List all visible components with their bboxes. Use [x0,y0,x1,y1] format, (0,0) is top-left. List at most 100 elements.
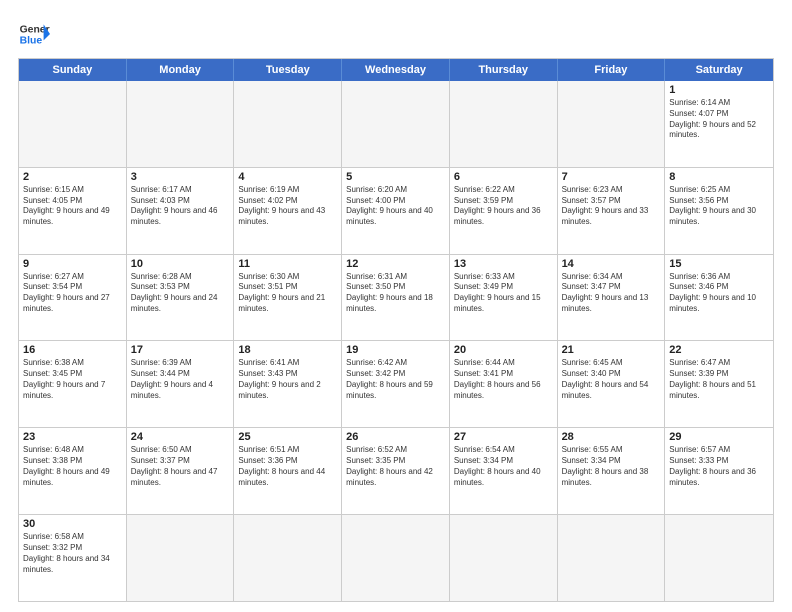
cell-info: Sunrise: 6:54 AM Sunset: 3:34 PM Dayligh… [454,445,553,488]
cell-info: Sunrise: 6:23 AM Sunset: 3:57 PM Dayligh… [562,185,661,228]
calendar-cell: 12Sunrise: 6:31 AM Sunset: 3:50 PM Dayli… [342,255,450,341]
calendar-cell: 6Sunrise: 6:22 AM Sunset: 3:59 PM Daylig… [450,168,558,254]
day-header-friday: Friday [558,59,666,81]
cell-info: Sunrise: 6:25 AM Sunset: 3:56 PM Dayligh… [669,185,769,228]
cell-date: 8 [669,171,769,183]
cell-info: Sunrise: 6:48 AM Sunset: 3:38 PM Dayligh… [23,445,122,488]
calendar-row: 9 Sunrise: 6:27 AM Sunset: 3:54 PM Daylig… [19,255,773,342]
day-header-saturday: Saturday [665,59,773,81]
cell-date: 11 [238,258,337,270]
cell-date: 25 [238,431,337,443]
calendar-cell: 11 Sunrise: 6:30 AM Sunset: 3:51 PM Dayli… [234,255,342,341]
calendar-cell: 13 Sunrise: 6:33 AM Sunset: 3:49 PM Dayli… [450,255,558,341]
calendar-cell: 18 Sunrise: 6:41 AM Sunset: 3:43 PM Dayli… [234,341,342,427]
cell-info: Sunrise: 6:57 AM Sunset: 3:33 PM Dayligh… [669,445,769,488]
calendar: SundayMondayTuesdayWednesdayThursdayFrid… [18,58,774,602]
cell-info: Sunrise: 6:50 AM Sunset: 3:37 PM Dayligh… [131,445,230,488]
cell-date: 29 [669,431,769,443]
cell-info: Sunrise: 6:52 AM Sunset: 3:35 PM Dayligh… [346,445,445,488]
calendar-cell [450,515,558,601]
calendar-cell: 20 Sunrise: 6:44 AM Sunset: 3:41 PM Dayli… [450,341,558,427]
svg-text:Blue: Blue [20,36,43,47]
cell-info: Sunrise: 6:20 AM Sunset: 4:00 PM Dayligh… [346,185,445,228]
cell-date: 13 [454,258,553,270]
cell-date: 14 [562,258,661,270]
cell-info: Sunrise: 6:33 AM Sunset: 3:49 PM Dayligh… [454,272,553,315]
cell-info: Sunrise: 6:58 AM Sunset: 3:32 PM Dayligh… [23,532,122,575]
calendar-cell [342,81,450,167]
calendar-cell [234,81,342,167]
cell-date: 24 [131,431,230,443]
cell-info: Sunrise: 6:30 AM Sunset: 3:51 PM Dayligh… [238,272,337,315]
cell-date: 26 [346,431,445,443]
cell-info: Sunrise: 6:45 AM Sunset: 3:40 PM Dayligh… [562,358,661,401]
calendar-cell: 28Sunrise: 6:55 AM Sunset: 3:34 PM Dayli… [558,428,666,514]
cell-info: Sunrise: 6:55 AM Sunset: 3:34 PM Dayligh… [562,445,661,488]
calendar-cell [665,515,773,601]
cell-info: Sunrise: 6:39 AM Sunset: 3:44 PM Dayligh… [131,358,230,401]
cell-info: Sunrise: 6:42 AM Sunset: 3:42 PM Dayligh… [346,358,445,401]
calendar-cell: 4 Sunrise: 6:19 AM Sunset: 4:02 PM Daylig… [234,168,342,254]
calendar-cell: 14Sunrise: 6:34 AM Sunset: 3:47 PM Dayli… [558,255,666,341]
calendar-cell [450,81,558,167]
calendar-cell: 19 Sunrise: 6:42 AM Sunset: 3:42 PM Dayli… [342,341,450,427]
day-header-wednesday: Wednesday [342,59,450,81]
cell-info: Sunrise: 6:15 AM Sunset: 4:05 PM Dayligh… [23,185,122,228]
cell-date: 9 [23,258,122,270]
cell-info: Sunrise: 6:44 AM Sunset: 3:41 PM Dayligh… [454,358,553,401]
cell-date: 21 [562,344,661,356]
day-header-tuesday: Tuesday [234,59,342,81]
cell-date: 23 [23,431,122,443]
cell-info: Sunrise: 6:22 AM Sunset: 3:59 PM Dayligh… [454,185,553,228]
calendar-cell [127,81,235,167]
cell-date: 4 [238,171,337,183]
cell-info: Sunrise: 6:41 AM Sunset: 3:43 PM Dayligh… [238,358,337,401]
cell-info: Sunrise: 6:14 AM Sunset: 4:07 PM Dayligh… [669,98,769,141]
cell-info: Sunrise: 6:27 AM Sunset: 3:54 PM Dayligh… [23,272,122,315]
cell-date: 7 [562,171,661,183]
calendar-cell: 22 Sunrise: 6:47 AM Sunset: 3:39 PM Dayli… [665,341,773,427]
calendar-row: 1Sunrise: 6:14 AM Sunset: 4:07 PM Daylig… [19,81,773,168]
page: General Blue SundayMondayTuesdayWednesda… [0,0,792,612]
calendar-cell: 27 Sunrise: 6:54 AM Sunset: 3:34 PM Dayli… [450,428,558,514]
day-header-monday: Monday [127,59,235,81]
cell-info: Sunrise: 6:17 AM Sunset: 4:03 PM Dayligh… [131,185,230,228]
calendar-row: 30Sunrise: 6:58 AM Sunset: 3:32 PM Dayli… [19,515,773,601]
calendar-cell: 3 Sunrise: 6:17 AM Sunset: 4:03 PM Daylig… [127,168,235,254]
calendar-cell: 1Sunrise: 6:14 AM Sunset: 4:07 PM Daylig… [665,81,773,167]
cell-date: 16 [23,344,122,356]
header: General Blue [18,18,774,50]
cell-info: Sunrise: 6:28 AM Sunset: 3:53 PM Dayligh… [131,272,230,315]
calendar-cell: 10Sunrise: 6:28 AM Sunset: 3:53 PM Dayli… [127,255,235,341]
cell-date: 27 [454,431,553,443]
cell-date: 18 [238,344,337,356]
cell-date: 19 [346,344,445,356]
cell-date: 5 [346,171,445,183]
cell-info: Sunrise: 6:19 AM Sunset: 4:02 PM Dayligh… [238,185,337,228]
calendar-cell: 2 Sunrise: 6:15 AM Sunset: 4:05 PM Daylig… [19,168,127,254]
calendar-cell: 24 Sunrise: 6:50 AM Sunset: 3:37 PM Dayli… [127,428,235,514]
calendar-row: 16 Sunrise: 6:38 AM Sunset: 3:45 PM Dayli… [19,341,773,428]
cell-info: Sunrise: 6:51 AM Sunset: 3:36 PM Dayligh… [238,445,337,488]
cell-date: 12 [346,258,445,270]
calendar-cell: 29 Sunrise: 6:57 AM Sunset: 3:33 PM Dayli… [665,428,773,514]
calendar-cell [342,515,450,601]
cell-date: 3 [131,171,230,183]
cell-date: 22 [669,344,769,356]
cell-date: 2 [23,171,122,183]
calendar-cell: 23 Sunrise: 6:48 AM Sunset: 3:38 PM Dayli… [19,428,127,514]
calendar-cell: 8 Sunrise: 6:25 AM Sunset: 3:56 PM Daylig… [665,168,773,254]
calendar-cell: 17Sunrise: 6:39 AM Sunset: 3:44 PM Dayli… [127,341,235,427]
calendar-grid: 1Sunrise: 6:14 AM Sunset: 4:07 PM Daylig… [19,81,773,601]
logo: General Blue [18,18,50,50]
calendar-cell: 7 Sunrise: 6:23 AM Sunset: 3:57 PM Daylig… [558,168,666,254]
calendar-row: 2 Sunrise: 6:15 AM Sunset: 4:05 PM Daylig… [19,168,773,255]
cell-info: Sunrise: 6:47 AM Sunset: 3:39 PM Dayligh… [669,358,769,401]
cell-info: Sunrise: 6:36 AM Sunset: 3:46 PM Dayligh… [669,272,769,315]
calendar-cell: 9 Sunrise: 6:27 AM Sunset: 3:54 PM Daylig… [19,255,127,341]
cell-info: Sunrise: 6:38 AM Sunset: 3:45 PM Dayligh… [23,358,122,401]
calendar-row: 23 Sunrise: 6:48 AM Sunset: 3:38 PM Dayli… [19,428,773,515]
cell-date: 20 [454,344,553,356]
logo-icon: General Blue [18,18,50,50]
calendar-cell: 5 Sunrise: 6:20 AM Sunset: 4:00 PM Daylig… [342,168,450,254]
